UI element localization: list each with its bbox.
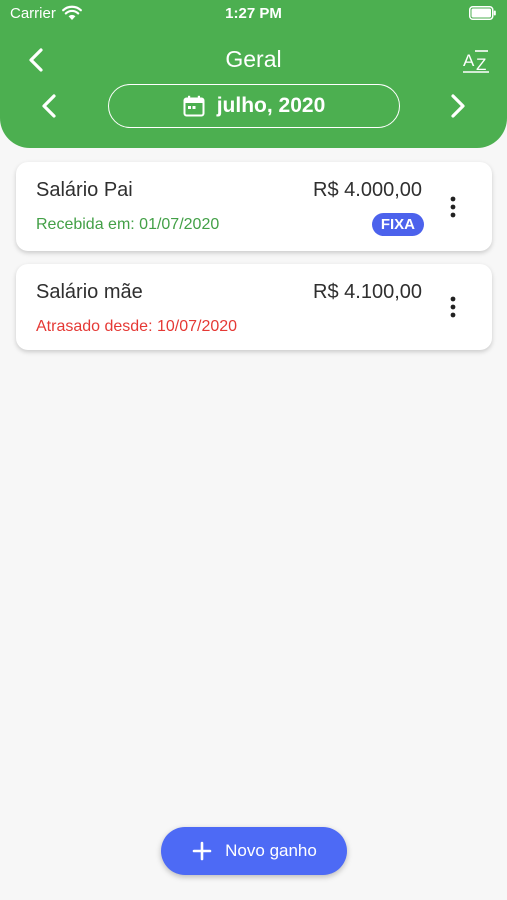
status-bar: Carrier 1:27 PM: [0, 0, 507, 30]
income-name: Salário mãe: [36, 281, 143, 303]
chevron-left-icon[interactable]: [38, 92, 62, 120]
fixed-badge: FIXA: [371, 213, 424, 236]
income-card[interactable]: Salário Pai R$ 4.000,00 Recebida em: 01/…: [16, 162, 492, 251]
header: Carrier 1:27 PM Geral A Z julho, 2020: [0, 0, 507, 148]
status-time: 1:27 PM: [225, 5, 282, 22]
svg-text:Z: Z: [476, 55, 486, 74]
income-amount: R$ 4.000,00: [313, 179, 422, 201]
more-vertical-icon[interactable]: [442, 293, 464, 321]
month-selector[interactable]: julho, 2020: [108, 84, 400, 128]
month-label: julho, 2020: [216, 94, 326, 117]
more-vertical-icon[interactable]: [442, 193, 464, 221]
page-title: Geral: [225, 46, 282, 72]
plus-icon: [192, 841, 212, 861]
income-name: Salário Pai: [36, 179, 133, 201]
new-income-button[interactable]: Novo ganho: [161, 827, 347, 875]
battery-icon: [469, 6, 496, 20]
income-card[interactable]: Salário mãe R$ 4.100,00 Atrasado desde: …: [16, 264, 492, 350]
svg-text:A: A: [463, 51, 475, 70]
calendar-icon: [183, 95, 205, 117]
income-amount: R$ 4.100,00: [313, 281, 422, 303]
income-status: Recebida em: 01/07/2020: [36, 216, 220, 233]
sort-az-icon[interactable]: A Z: [461, 46, 493, 76]
income-status: Atrasado desde: 10/07/2020: [36, 318, 238, 335]
new-income-label: Novo ganho: [225, 841, 317, 860]
chevron-right-icon[interactable]: [445, 92, 469, 120]
